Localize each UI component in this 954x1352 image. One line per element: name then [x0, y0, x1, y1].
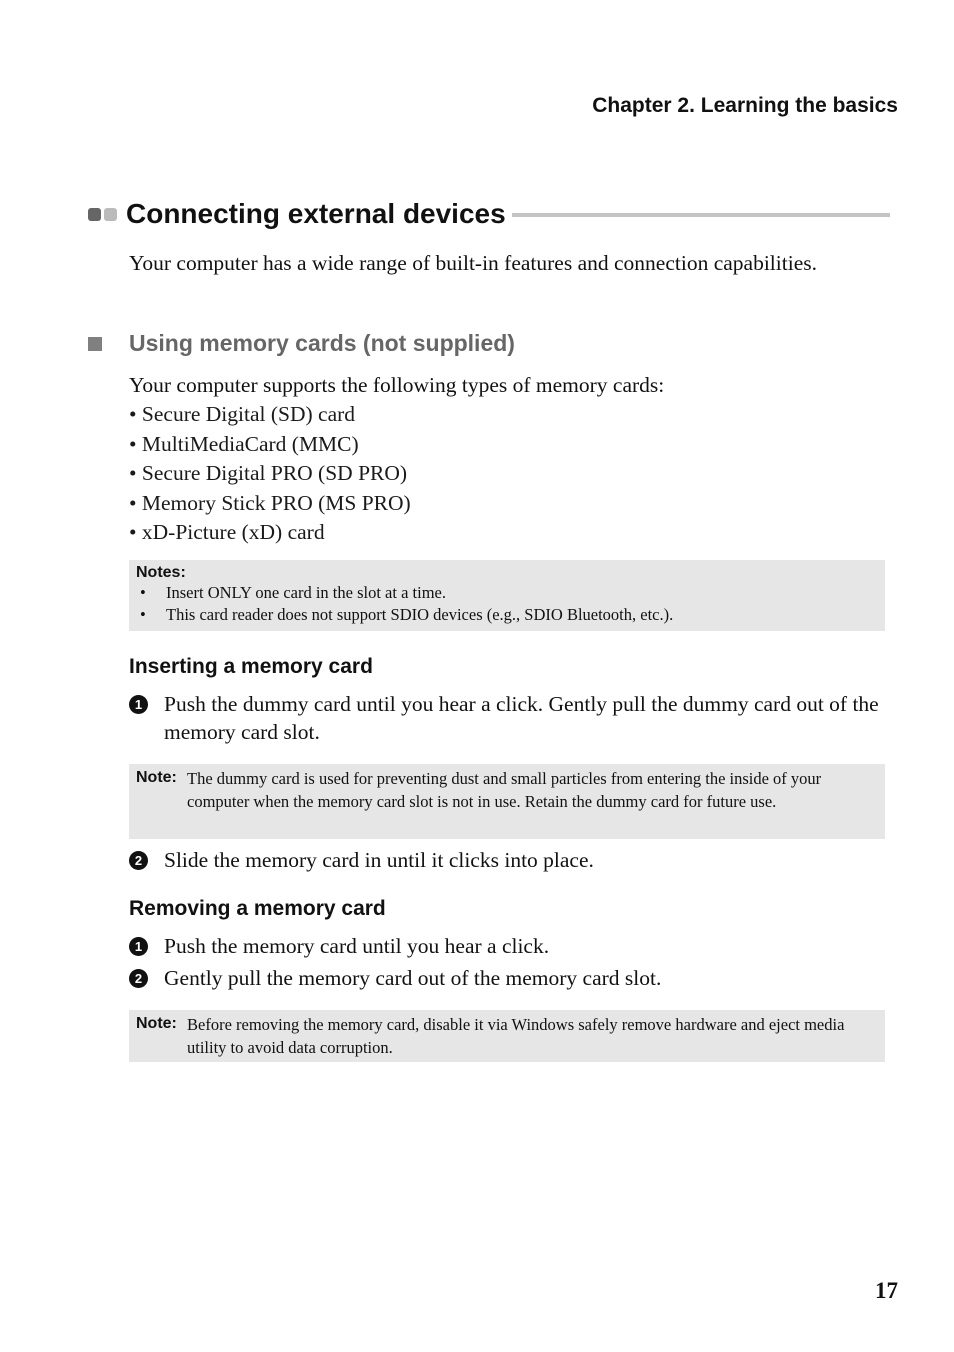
step-text: Push the dummy card until you hear a cli…: [164, 692, 879, 744]
section-title: Connecting external devices: [126, 198, 506, 229]
note-label: Note:: [136, 769, 177, 786]
step-number-1-icon: 1: [129, 695, 148, 714]
list-item: • Secure Digital PRO (SD PRO): [129, 461, 408, 486]
list-item: • Memory Stick PRO (MS PRO): [129, 490, 411, 515]
section-heading: Connecting external devices: [88, 196, 890, 232]
list-item: • MultiMediaCard (MMC): [129, 431, 359, 456]
note-text: The dummy card is used for preventing du…: [187, 769, 822, 811]
note-item: • Insert ONLY one card in the slot at a t…: [140, 583, 446, 602]
step-text: Push the memory card until you hear a cl…: [164, 934, 550, 958]
step-text: Slide the memory card in until it clicks…: [164, 848, 594, 872]
memory-card-list: • Secure Digital (SD) card • MultiMediaC…: [129, 400, 411, 548]
inserting-heading: Inserting a memory card: [129, 655, 373, 678]
inserting-step-2: 2 Slide the memory card in until it clic…: [129, 846, 899, 874]
step-number-2-icon: 2: [129, 969, 148, 988]
heading-rule: [511, 213, 890, 217]
heading-bullet-dark-icon: [88, 207, 101, 221]
subsection-title: Using memory cards (not supplied): [129, 330, 515, 356]
chapter-header: Chapter 2. Learning the basics: [592, 94, 898, 117]
notes-box: Notes: • Insert ONLY one card in the slot…: [129, 560, 885, 631]
notes-list: • Insert ONLY one card in the slot at a t…: [136, 582, 878, 626]
dummy-card-note: Note: The dummy card is used for prevent…: [129, 764, 885, 839]
note-item: • This card reader does not support SDIO …: [140, 605, 674, 624]
subsection-heading: Using memory cards (not supplied): [88, 330, 515, 357]
step-number-2-icon: 2: [129, 851, 148, 870]
removing-step-1: 1 Push the memory card until you hear a …: [129, 932, 899, 960]
step-text: Gently pull the memory card out of the m…: [164, 966, 662, 990]
removing-heading: Removing a memory card: [129, 897, 386, 920]
removing-step-2: 2 Gently pull the memory card out of the…: [129, 964, 899, 992]
step-number-1-icon: 1: [129, 937, 148, 956]
subsection-lead: Your computer supports the following typ…: [129, 373, 665, 397]
page-number: 17: [875, 1278, 898, 1303]
heading-bullet-light-icon: [104, 207, 117, 221]
square-bullet-icon: [88, 336, 102, 351]
list-item: • Secure Digital (SD) card: [129, 402, 356, 426]
removal-note: Note: Before removing the memory card, d…: [129, 1010, 885, 1062]
section-intro: Your computer has a wide range of built-…: [129, 251, 817, 275]
list-item: • xD-Picture (xD) card: [129, 520, 325, 545]
notes-label: Notes:: [136, 564, 186, 581]
inserting-step-1: 1 Push the dummy card until you hear a c…: [129, 690, 899, 746]
note-label: Note:: [136, 1015, 177, 1032]
note-text: Before removing the memory card, disable…: [187, 1015, 845, 1057]
